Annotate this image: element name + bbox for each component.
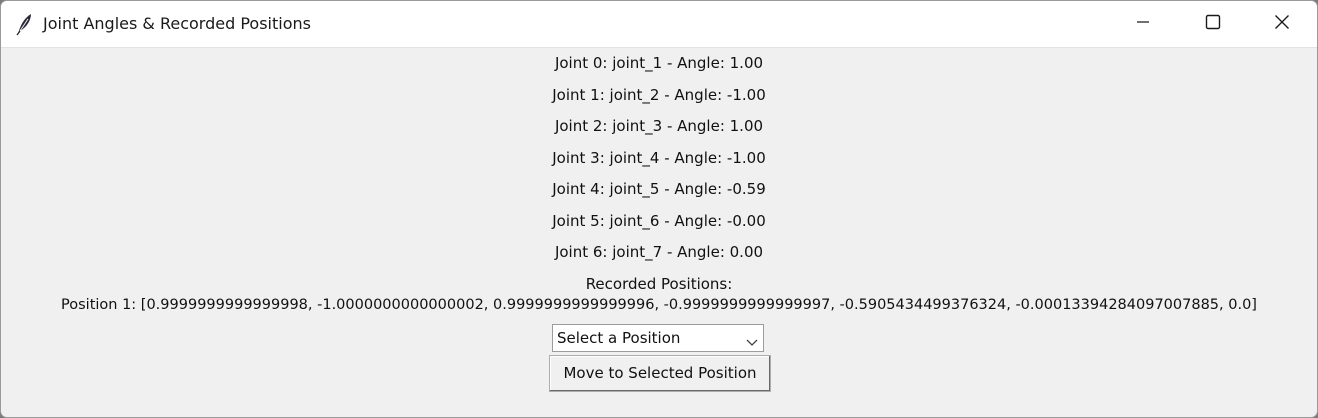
maximize-icon: [1205, 14, 1221, 34]
chevron-down-icon[interactable]: [745, 333, 759, 346]
window-title: Joint Angles & Recorded Positions: [43, 14, 311, 33]
feather-icon: [15, 12, 35, 36]
joint-label-4: Joint 4: joint_5 - Angle: -0.59: [552, 180, 766, 198]
recorded-position-1: Position 1: [0.9999999999999998, -1.0000…: [61, 297, 1257, 313]
minimize-icon: [1135, 14, 1151, 34]
position-select[interactable]: Select a Position: [552, 324, 764, 352]
joint-label-5: Joint 5: joint_6 - Angle: -0.00: [552, 212, 766, 230]
maximize-button[interactable]: [1178, 1, 1248, 47]
close-icon: [1274, 14, 1290, 34]
app-window: Joint Angles & Recorded Positions Joint …: [0, 0, 1318, 418]
move-to-selected-position-button[interactable]: Move to Selected Position: [549, 355, 771, 392]
recorded-positions-title: Recorded Positions:: [585, 275, 733, 293]
joint-label-1: Joint 1: joint_2 - Angle: -1.00: [552, 86, 766, 104]
joint-label-3: Joint 3: joint_4 - Angle: -1.00: [552, 149, 766, 167]
minimize-button[interactable]: [1108, 1, 1178, 47]
joint-label-6: Joint 6: joint_7 - Angle: 0.00: [554, 243, 764, 261]
position-select-value: Select a Position: [557, 329, 681, 347]
title-bar[interactable]: Joint Angles & Recorded Positions: [1, 1, 1317, 48]
content-area: Joint 0: joint_1 - Angle: 1.00 Joint 1: …: [1, 48, 1317, 417]
joint-label-0: Joint 0: joint_1 - Angle: 1.00: [554, 54, 764, 72]
joint-label-2: Joint 2: joint_3 - Angle: 1.00: [554, 117, 764, 135]
close-button[interactable]: [1247, 1, 1317, 47]
